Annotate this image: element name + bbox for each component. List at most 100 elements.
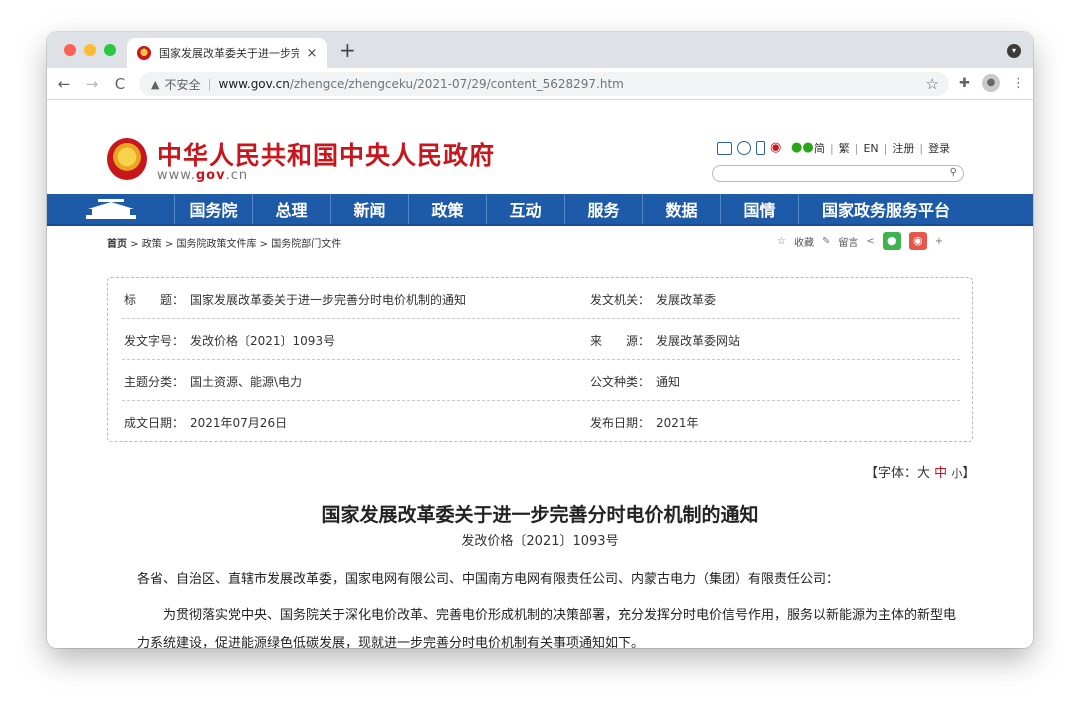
breadcrumb-path[interactable]: > 政策 > 国务院政策文件库 > 国务院部门文件 <box>127 239 341 250</box>
nav-item-data[interactable]: 数据 <box>643 194 721 224</box>
link-traditional[interactable]: 繁 <box>839 140 850 156</box>
profile-avatar-icon[interactable]: ● <box>982 74 1000 92</box>
document-recipients: 各省、自治区、直辖市发展改革委，国家电网有限公司、中国南方电网有限责任公司、内蒙… <box>137 572 840 587</box>
wechat-share-icon[interactable]: ● <box>882 232 901 250</box>
util-separator: | <box>883 141 888 155</box>
nav-item-interaction[interactable]: 互动 <box>487 194 565 224</box>
gov-emblem-favicon-icon <box>137 46 151 60</box>
font-size-open: 【字体： <box>865 466 918 481</box>
pencil-icon[interactable]: ✎ <box>822 236 830 247</box>
back-button[interactable]: ← <box>53 75 75 93</box>
document-paragraph: 为贯彻落实党中央、国务院关于深化电价改革、完善电价形成机制的决策部署，充分发挥分… <box>137 608 957 648</box>
nav-item-gov-service-platform[interactable]: 国家政务服务平台 <box>799 194 973 224</box>
url-host: www.gov.cn <box>218 77 290 91</box>
domain-prefix: www. <box>157 168 196 183</box>
font-size-close: 】 <box>962 466 976 481</box>
info-value: 发改价格〔2021〕1093号 <box>190 334 336 348</box>
info-value: 2021年 <box>656 416 699 430</box>
document-number: 发改价格〔2021〕1093号 <box>461 534 619 549</box>
util-separator: | <box>830 141 834 155</box>
info-row: 成文日期： 2021年07月26日 发布日期： 2021年 <box>122 401 960 442</box>
browser-window: 国家发展改革委关于进一步完善 × + ▾ ← → C ▲ 不安全 | www.g… <box>47 32 1033 648</box>
link-login[interactable]: 登录 <box>928 140 950 156</box>
weibo-icon[interactable]: ◉ <box>770 141 786 155</box>
forward-button[interactable]: → <box>81 75 103 93</box>
tab-strip: 国家发展改革委关于进一步完善 × + ▾ <box>47 32 1033 68</box>
toolbar-actions: ✚ ● ⋮ <box>959 74 1025 92</box>
active-tab[interactable]: 国家发展改革委关于进一步完善 × <box>127 38 327 68</box>
minimize-window-button[interactable] <box>84 44 96 56</box>
browser-toolbar: ← → C ▲ 不安全 | www.gov.cn /zhengce/zhengc… <box>47 68 1033 100</box>
search-icon[interactable]: ⚲ <box>950 167 957 178</box>
favorite-link[interactable]: 收藏 <box>794 234 814 249</box>
utility-links: ◉ ●● 简 | 繁 | EN | 注册 | 登录 <box>717 140 950 156</box>
share-icon[interactable]: < <box>866 236 874 247</box>
info-row: 标 题： 国家发展改革委关于进一步完善分时电价机制的通知 发文机关： 发展改革委 <box>122 278 960 319</box>
tab-search-icon[interactable]: ▾ <box>1007 44 1021 58</box>
domain-mid: gov <box>195 168 226 183</box>
web-page: 中华人民共和国中央人民政府 www.gov.cn ◉ ●● 简 | 繁 | EN… <box>47 100 1033 648</box>
info-value: 通知 <box>656 375 681 389</box>
address-divider: | <box>207 77 212 91</box>
site-title[interactable]: 中华人民共和国中央人民政府 <box>157 136 495 172</box>
info-row: 发文字号： 发改价格〔2021〕1093号 来 源： 发展改革委网站 <box>122 319 960 360</box>
mobile-phone-icon[interactable] <box>756 141 765 155</box>
font-size-large[interactable]: 大 <box>917 466 930 481</box>
info-key: 发文字号： <box>124 334 185 348</box>
main-nav: 国务院 总理 新闻 政策 互动 服务 数据 国情 国家政务服务平台 <box>47 194 1033 226</box>
document-info-box: 标 题： 国家发展改革委关于进一步完善分时电价机制的通知 发文机关： 发展改革委… <box>107 277 973 442</box>
info-key: 来 源： <box>590 334 651 348</box>
comment-link[interactable]: 留言 <box>838 234 858 249</box>
info-value: 发展改革委网站 <box>656 334 741 348</box>
nav-item-policy[interactable]: 政策 <box>409 194 487 224</box>
font-size-medium[interactable]: 中 <box>934 466 947 481</box>
info-value: 国家发展改革委关于进一步完善分时电价机制的通知 <box>190 293 467 307</box>
national-emblem-icon <box>107 138 147 180</box>
tab-close-icon[interactable]: × <box>305 46 319 61</box>
link-register[interactable]: 注册 <box>892 140 914 156</box>
breadcrumb-home[interactable]: 首页 <box>107 239 127 250</box>
mail-icon[interactable] <box>717 141 732 155</box>
new-tab-button[interactable]: + <box>339 40 356 60</box>
info-value: 2021年07月26日 <box>190 416 288 430</box>
tab-title: 国家发展改革委关于进一步完善 <box>159 47 299 60</box>
address-bar[interactable]: ▲ 不安全 | www.gov.cn /zhengce/zhengceku/20… <box>139 72 949 96</box>
bookmark-star-icon[interactable]: ☆ <box>926 75 939 93</box>
info-row: 主题分类： 国土资源、能源\电力 公文种类： 通知 <box>122 360 960 401</box>
nav-item-services[interactable]: 服务 <box>565 194 643 224</box>
info-value: 发展改革委 <box>656 293 717 307</box>
tiananmen-logo-icon[interactable] <box>47 194 175 224</box>
info-value: 国土资源、能源\电力 <box>190 375 303 389</box>
extensions-puzzle-icon[interactable]: ✚ <box>959 76 970 91</box>
nav-item-state-council[interactable]: 国务院 <box>175 194 253 224</box>
maximize-window-button[interactable] <box>104 44 116 56</box>
nav-item-premier[interactable]: 总理 <box>253 194 331 224</box>
reload-button[interactable]: C <box>109 75 131 93</box>
more-share-button[interactable]: + <box>935 236 943 247</box>
breadcrumb: 首页 > 政策 > 国务院政策文件库 > 国务院部门文件 <box>107 235 341 250</box>
weibo-share-icon[interactable]: ◉ <box>908 232 927 250</box>
message-icon[interactable] <box>737 141 751 155</box>
link-english[interactable]: EN <box>863 142 878 155</box>
util-separator: | <box>919 141 924 155</box>
site-search-input[interactable]: ⚲ <box>712 165 964 182</box>
close-window-button[interactable] <box>64 44 76 56</box>
wechat-icon[interactable]: ●● <box>791 141 814 155</box>
url-path: /zhengce/zhengceku/2021-07/29/content_56… <box>289 77 624 91</box>
info-key: 公文种类： <box>590 375 651 389</box>
warning-triangle-icon[interactable]: ▲ <box>151 78 159 91</box>
site-domain: www.gov.cn <box>157 168 248 183</box>
font-size-small[interactable]: 小 <box>951 467 962 480</box>
nav-item-news[interactable]: 新闻 <box>331 194 409 224</box>
browser-menu-icon[interactable]: ⋮ <box>1012 76 1025 91</box>
security-label[interactable]: 不安全 <box>164 76 200 93</box>
domain-suffix: .cn <box>225 168 249 183</box>
info-key: 发布日期： <box>590 416 651 430</box>
font-size-control: 【字体：大 中 小】 <box>865 462 975 481</box>
info-key: 主题分类： <box>124 375 185 389</box>
star-icon[interactable]: ☆ <box>777 236 786 247</box>
link-simplified[interactable]: 简 <box>814 140 825 156</box>
nav-item-national-conditions[interactable]: 国情 <box>721 194 799 224</box>
info-key: 成文日期： <box>124 416 185 430</box>
info-key: 发文机关： <box>590 293 651 307</box>
